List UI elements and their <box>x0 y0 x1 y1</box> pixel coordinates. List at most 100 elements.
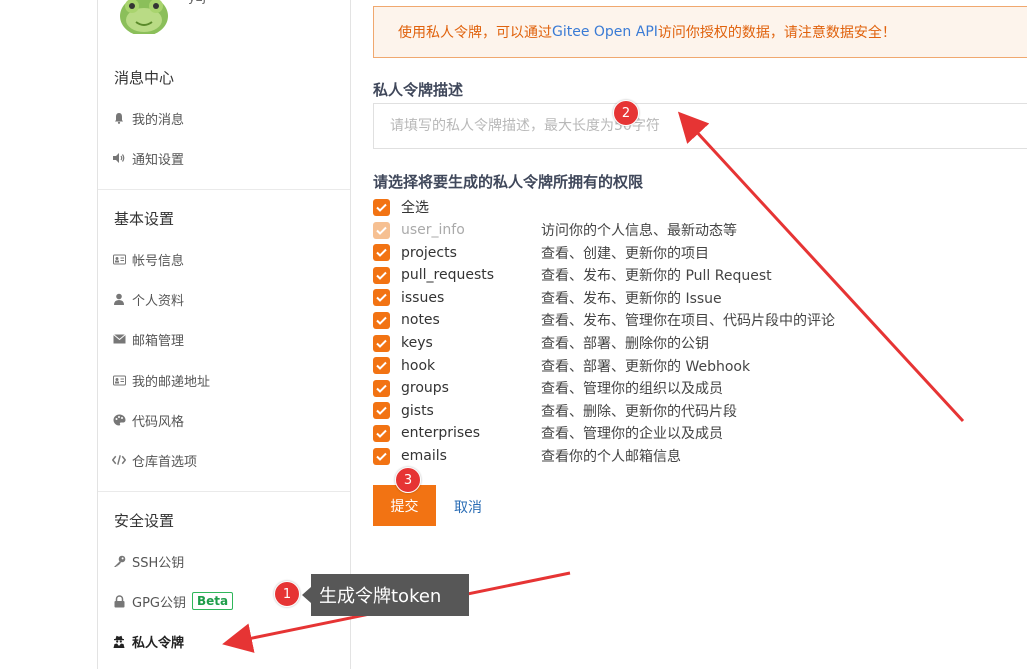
settings-sidebar: yzj 消息中心 我的消息 通知设置 基本设置 帐号信息 个人资料 邮箱管理 <box>97 0 351 669</box>
permission-checkbox[interactable] <box>373 379 390 397</box>
sidebar-item-label: 代码风格 <box>132 414 185 430</box>
sidebar-item-label: 个人资料 <box>132 293 185 309</box>
security-alert: 使用私人令牌，可以通过 Gitee Open API 访问你授权的数据，请注意数… <box>373 6 1027 58</box>
sidebar-item-ssh-keys[interactable]: SSH公钥 <box>112 550 184 572</box>
sidebar-item-label: 通知设置 <box>132 152 185 168</box>
code-icon <box>112 453 126 467</box>
sidebar-item-account-info[interactable]: 帐号信息 <box>112 248 184 270</box>
permission-name: pull_requests <box>401 267 495 284</box>
user-secret-icon <box>112 634 126 648</box>
permission-row-issues[interactable]: issues 查看、发布、更新你的 Issue <box>373 288 722 308</box>
permission-checkbox[interactable] <box>373 424 390 442</box>
group-title-security-settings: 安全设置 <box>114 512 175 530</box>
permissions-label: 请选择将要生成的私人令牌所拥有的权限 <box>373 173 644 191</box>
sidebar-item-label: 我的邮递地址 <box>132 374 211 390</box>
select-all-checkbox[interactable] <box>373 198 390 216</box>
permission-row-enterprises[interactable]: enterprises 查看、管理你的企业以及成员 <box>373 423 723 443</box>
sidebar-item-label: 仓库首选项 <box>132 454 198 470</box>
description-label: 私人令牌描述 <box>373 81 464 99</box>
beta-badge: Beta <box>192 592 234 610</box>
permission-row-user-info[interactable]: user_info 访问你的个人信息、最新动态等 <box>373 220 737 240</box>
sidebar-item-notification-settings[interactable]: 通知设置 <box>112 147 184 169</box>
permission-description: 查看、部署、更新你的 Webhook <box>541 358 751 375</box>
sidebar-item-gpg-keys[interactable]: GPG公钥 Beta <box>112 590 234 612</box>
permission-description: 查看你的个人邮箱信息 <box>541 449 681 465</box>
sidebar-item-label: SSH公钥 <box>132 555 185 571</box>
permission-name: hook <box>401 357 436 374</box>
permission-description: 查看、管理你的组织以及成员 <box>541 381 723 398</box>
sidebar-item-label: 私人令牌 <box>132 635 185 651</box>
permission-name: groups <box>401 380 449 397</box>
sidebar-item-label: 邮箱管理 <box>132 333 185 349</box>
sidebar-item-mailing-address[interactable]: 我的邮递地址 <box>112 369 210 391</box>
key-icon <box>112 554 126 568</box>
sidebar-item-label: 我的消息 <box>132 112 185 128</box>
annotation-tooltip: 生成令牌token <box>311 574 469 616</box>
select-all-row[interactable]: 全选 <box>373 197 541 217</box>
sidebar-item-my-messages[interactable]: 我的消息 <box>112 107 184 129</box>
username: yzj <box>188 0 206 5</box>
token-description-input[interactable] <box>373 103 1027 149</box>
permission-row-pull-requests[interactable]: pull_requests 查看、发布、更新你的 Pull Request <box>373 265 772 285</box>
sidebar-item-email-management[interactable]: 邮箱管理 <box>112 328 184 350</box>
sidebar-item-code-style[interactable]: 代码风格 <box>112 409 184 431</box>
select-all-label: 全选 <box>401 200 429 216</box>
tooltip-pointer <box>302 587 311 603</box>
palette-icon <box>112 413 126 427</box>
permission-name: notes <box>401 312 440 329</box>
alert-api-link: Gitee Open API <box>552 24 658 40</box>
sidebar-item-label: GPG公钥 <box>132 595 186 611</box>
permission-checkbox[interactable] <box>373 244 390 262</box>
permission-checkbox[interactable] <box>373 357 390 375</box>
permission-description: 查看、发布、管理你在项目、代码片段中的评论 <box>541 313 835 330</box>
permission-checkbox[interactable] <box>373 447 390 465</box>
permission-name: projects <box>401 244 457 261</box>
permission-name: enterprises <box>401 425 481 442</box>
permission-description: 查看、发布、更新你的 Pull Request <box>541 268 772 285</box>
permission-row-hook[interactable]: hook 查看、部署、更新你的 Webhook <box>373 356 750 376</box>
envelope-icon <box>112 332 126 346</box>
permission-row-emails[interactable]: emails 查看你的个人邮箱信息 <box>373 446 681 466</box>
avatar[interactable] <box>118 0 170 34</box>
permission-checkbox[interactable] <box>373 266 390 284</box>
address-card-icon <box>112 373 126 387</box>
volume-icon <box>112 151 126 165</box>
permission-name: gists <box>401 402 434 419</box>
permission-checkbox[interactable] <box>373 402 390 420</box>
permission-description: 查看、删除、更新你的代码片段 <box>541 403 737 420</box>
permission-description: 访问你的个人信息、最新动态等 <box>541 223 737 239</box>
permission-row-notes[interactable]: notes 查看、发布、管理你在项目、代码片段中的评论 <box>373 310 835 330</box>
permission-checkbox[interactable] <box>373 311 390 329</box>
group-title-messages: 消息中心 <box>114 69 175 87</box>
id-card-icon <box>112 252 126 266</box>
permission-row-projects[interactable]: projects 查看、创建、更新你的项目 <box>373 243 709 263</box>
sidebar-item-personal-tokens[interactable]: 私人令牌 <box>112 630 184 652</box>
permission-name: issues <box>401 289 445 306</box>
sidebar-item-label: 帐号信息 <box>132 253 185 269</box>
sidebar-item-repo-preferences[interactable]: 仓库首选项 <box>112 449 197 471</box>
annotation-badge-2: 2 <box>613 100 639 126</box>
permission-description: 查看、部署、删除你的公钥 <box>541 336 709 352</box>
lock-icon <box>112 594 126 608</box>
permission-row-groups[interactable]: groups 查看、管理你的组织以及成员 <box>373 378 723 398</box>
sidebar-item-profile[interactable]: 个人资料 <box>112 288 184 310</box>
permission-checkbox <box>373 221 390 239</box>
group-title-basic-settings: 基本设置 <box>114 210 175 228</box>
permission-name: emails <box>401 448 447 464</box>
cancel-link[interactable]: 取消 <box>454 497 482 517</box>
user-icon <box>112 292 126 306</box>
permission-checkbox[interactable] <box>373 289 390 307</box>
annotation-badge-1: 1 <box>274 581 300 607</box>
permission-name: user_info <box>401 222 465 238</box>
permission-description: 查看、发布、更新你的 Issue <box>541 290 722 307</box>
permission-row-keys[interactable]: keys 查看、部署、删除你的公钥 <box>373 333 709 353</box>
permission-checkbox[interactable] <box>373 334 390 352</box>
permission-description: 查看、管理你的企业以及成员 <box>541 426 723 443</box>
annotation-badge-3: 3 <box>395 467 421 493</box>
alert-text-after: 访问你授权的数据，请注意数据安全！ <box>657 25 896 41</box>
divider <box>98 491 350 492</box>
permission-name: keys <box>401 335 433 351</box>
permission-row-gists[interactable]: gists 查看、删除、更新你的代码片段 <box>373 401 737 421</box>
alert-text-before: 使用私人令牌，可以通过 <box>398 25 552 41</box>
divider <box>98 189 350 190</box>
